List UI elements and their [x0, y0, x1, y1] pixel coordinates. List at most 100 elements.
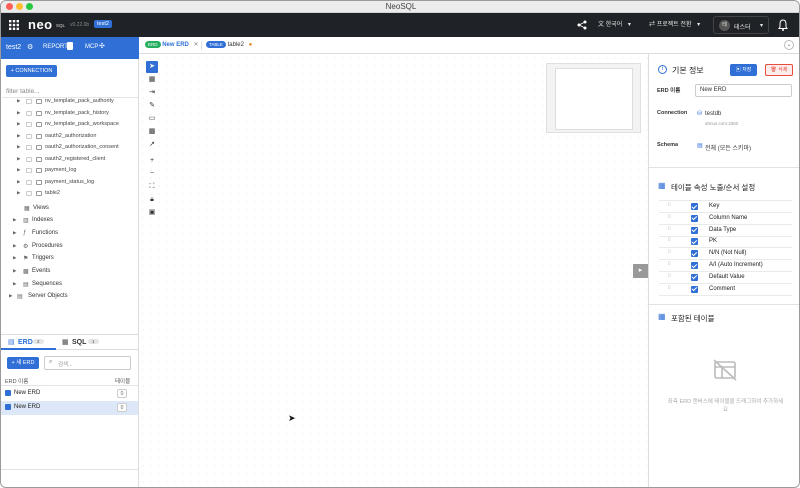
panel-toggle-button[interactable]: ▸	[633, 264, 648, 278]
relation-tool-icon[interactable]: ⇥	[146, 87, 158, 99]
attribute-row[interactable]: ⁞⁞ Comment	[659, 284, 792, 296]
close-icon[interactable]: ✕	[194, 42, 199, 48]
project-switch-button[interactable]: ⇄ 프로젝트 전환 ▾	[649, 19, 700, 28]
caret-right-icon[interactable]: ▶	[17, 144, 20, 150]
comment-icon[interactable]: ▭	[146, 113, 158, 125]
caret-right-icon[interactable]: ▶	[17, 98, 20, 104]
tab-erd[interactable]: ▤ ERD 2	[1, 335, 56, 350]
caret-right-icon[interactable]: ▶	[13, 217, 16, 223]
attribute-row[interactable]: ⁞⁞ PK	[659, 236, 792, 249]
caret-right-icon[interactable]: ▶	[17, 190, 20, 196]
caret-right-icon[interactable]: ▶	[13, 268, 16, 274]
checkbox-icon[interactable]	[26, 156, 32, 162]
drag-handle-icon[interactable]: ⁞⁞	[668, 250, 673, 257]
grid-toggle-icon[interactable]: ▩	[146, 126, 158, 138]
drag-handle-icon[interactable]: ⁞⁞	[668, 238, 673, 245]
attribute-checkbox[interactable]	[691, 273, 698, 281]
auto-layout-icon[interactable]: ↗	[146, 139, 158, 151]
tree-group-events[interactable]: ▶ ▩ Events	[1, 268, 138, 279]
tree-group-functions[interactable]: ▶ ƒ Functions	[1, 230, 138, 241]
report-button[interactable]: REPORT	[43, 44, 68, 50]
attribute-row[interactable]: ⁞⁞ Key	[659, 201, 792, 213]
caret-right-icon[interactable]: ▶	[17, 156, 20, 162]
network-icon[interactable]: ✣	[99, 42, 105, 50]
attribute-row[interactable]: ⁞⁞ A/I (Auto Increment)	[659, 260, 792, 272]
tree-table-item[interactable]: ▶ oauth2_authorization_consent	[1, 144, 138, 154]
zoom-out-icon[interactable]: −	[146, 168, 158, 180]
tree-group-indexes[interactable]: ▶ ▥ Indexes	[1, 217, 138, 228]
tree-table-item[interactable]: ▶ payment_status_log	[1, 179, 138, 189]
document-icon[interactable]	[67, 42, 73, 50]
tabs-overflow-button[interactable]: ⌄	[784, 40, 794, 50]
erd-list-item[interactable]: New ERD 0	[1, 387, 138, 401]
caret-right-icon[interactable]: ▶	[17, 179, 20, 185]
bell-icon[interactable]	[778, 19, 788, 31]
share-icon[interactable]	[577, 20, 587, 30]
caret-right-icon[interactable]: ▶	[13, 243, 16, 249]
new-erd-button[interactable]: + 새 ERD	[7, 357, 39, 369]
caret-right-icon[interactable]: ▶	[9, 293, 12, 299]
caret-right-icon[interactable]: ▶	[17, 121, 20, 127]
attribute-checkbox[interactable]	[691, 262, 698, 269]
caret-right-icon[interactable]: ▶	[13, 281, 16, 287]
minimap-viewport[interactable]	[555, 68, 633, 130]
caret-right-icon[interactable]: ▶	[13, 255, 16, 261]
tree-table-item[interactable]: ▶ nv_template_pack_authority	[1, 98, 138, 108]
add-memo-icon[interactable]: ✎	[146, 100, 158, 112]
schema-value[interactable]: 전체 (모든 스키마)	[705, 143, 751, 152]
tab-table2[interactable]: TABLE table2 ●	[206, 41, 252, 48]
checkbox-icon[interactable]	[26, 191, 32, 196]
erd-list-item[interactable]: New ERD 0	[1, 401, 138, 415]
tab-new-erd[interactable]: ERD New ERD ✕	[145, 41, 199, 48]
attribute-row[interactable]: ⁞⁞ N/N (Not Null)	[659, 248, 792, 261]
tree-table-item[interactable]: ▶ oauth2_registered_client	[1, 156, 138, 166]
tree-table-item[interactable]: ▶ nv_template_pack_history	[1, 110, 138, 120]
attribute-checkbox[interactable]	[691, 238, 698, 246]
attribute-row[interactable]: ⁞⁞ Default Value	[659, 272, 792, 284]
lock-icon[interactable]: 🔒︎	[146, 194, 158, 206]
tree-group-procedures[interactable]: ▶ ⚙ Procedures	[1, 243, 138, 254]
tree-group-triggers[interactable]: ▶ ⚑ Triggers	[1, 255, 138, 266]
checkbox-icon[interactable]	[26, 133, 32, 139]
gear-icon[interactable]: ⚙	[27, 43, 33, 51]
filter-table-input[interactable]: filter table...	[2, 85, 138, 98]
tree-table-item[interactable]: ▶ oauth2_authorization	[1, 133, 138, 143]
attribute-row[interactable]: ⁞⁞ Column Name	[659, 213, 792, 225]
tree-table-item[interactable]: ▶ payment_log	[1, 167, 138, 177]
apps-grid-icon[interactable]	[9, 20, 19, 30]
save-button[interactable]: ▣ 저장	[730, 64, 757, 76]
add-connection-button[interactable]: + CONNECTION	[6, 65, 57, 77]
attribute-checkbox[interactable]	[691, 250, 698, 258]
checkbox-icon[interactable]	[26, 99, 32, 104]
erd-name-input[interactable]: New ERD	[695, 84, 792, 97]
checkbox-icon[interactable]	[26, 122, 32, 127]
attribute-row[interactable]: ⁞⁞ Data Type	[659, 225, 792, 237]
checkbox-icon[interactable]	[26, 168, 32, 173]
tree-table-item[interactable]: ▶ nv_template_pack_workspace	[1, 121, 138, 131]
drag-handle-icon[interactable]: ⁞⁞	[668, 285, 673, 293]
caret-right-icon[interactable]: ▶	[17, 167, 20, 173]
tree-group-sequences[interactable]: ▶ ▤ Sequences	[1, 281, 138, 292]
add-table-icon[interactable]: ▦	[146, 74, 158, 86]
drag-handle-icon[interactable]: ⁞⁞	[668, 203, 673, 210]
tab-sql[interactable]: ▦ SQL 1	[56, 335, 111, 350]
caret-right-icon[interactable]: ▶	[17, 110, 20, 116]
user-menu[interactable]: 테 테스터 ▾	[713, 16, 769, 34]
caret-right-icon[interactable]: ▶	[13, 230, 16, 236]
drag-handle-icon[interactable]: ⁞⁞	[668, 226, 673, 234]
attribute-checkbox[interactable]	[691, 226, 698, 234]
checkbox-icon[interactable]	[26, 179, 32, 185]
drag-handle-icon[interactable]: ⁞⁞	[668, 262, 673, 269]
attribute-checkbox[interactable]	[691, 214, 698, 222]
pointer-tool-icon[interactable]: ➤	[146, 61, 158, 73]
tree-group-views[interactable]: ▦ Views	[1, 205, 138, 216]
language-select[interactable]: 文 한국어 ▾	[598, 19, 631, 28]
zoom-in-icon[interactable]: +	[146, 155, 158, 167]
tree-table-item[interactable]: ▶ table2	[1, 190, 138, 200]
delete-button[interactable]: 🗑︎ 삭제	[765, 64, 793, 76]
checkbox-icon[interactable]	[26, 145, 32, 150]
attribute-checkbox[interactable]	[691, 285, 698, 293]
minimap[interactable]	[546, 63, 641, 133]
fit-view-icon[interactable]: ⛶	[146, 181, 158, 193]
drag-handle-icon[interactable]: ⁞⁞	[668, 214, 673, 222]
